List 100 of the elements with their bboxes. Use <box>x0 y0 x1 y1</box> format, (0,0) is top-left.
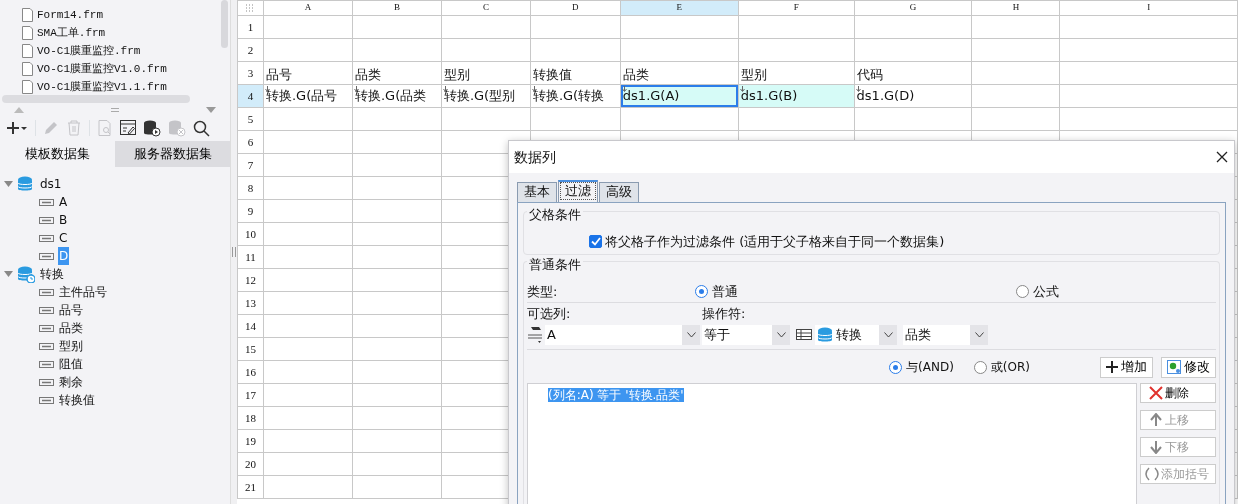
collapse-up-icon[interactable] <box>14 107 24 113</box>
field-icon <box>39 306 54 314</box>
row-header[interactable]: 12 <box>237 268 264 292</box>
field-icon <box>39 216 54 224</box>
select-all-icon[interactable] <box>245 4 256 13</box>
dropdown[interactable]: A <box>545 325 700 345</box>
expanded-arrow-icon[interactable] <box>4 180 13 188</box>
edit-window-icon[interactable] <box>120 120 136 136</box>
dialog-tab[interactable]: 过滤 <box>558 180 598 202</box>
checkbox-label: 将父格子作为过滤条件 (适用于父子格来自于同一个数据集) <box>605 232 945 251</box>
dialog-tab[interactable]: 基本 <box>517 182 557 202</box>
add-button[interactable]: 增加 <box>1100 356 1153 378</box>
radio-button[interactable] <box>695 285 708 298</box>
collapse-down-icon[interactable] <box>206 107 216 113</box>
tree-node-label[interactable]: B <box>58 211 69 229</box>
table-cell[interactable]: 品号 <box>263 61 353 85</box>
search-icon[interactable] <box>193 119 210 137</box>
column-header[interactable]: D <box>530 0 621 16</box>
row-header[interactable]: 8 <box>237 176 264 200</box>
row-header[interactable]: 17 <box>237 383 264 407</box>
column-header[interactable]: G <box>854 0 972 16</box>
tree-node-label[interactable]: ds1 <box>39 175 63 193</box>
add-icon[interactable] <box>6 121 28 135</box>
row-header[interactable]: 16 <box>237 360 264 384</box>
table-cell[interactable]: 转换.G(品号 <box>263 84 353 108</box>
tree-node-label[interactable]: C <box>58 229 69 247</box>
table-cell[interactable]: 品类 <box>352 61 442 85</box>
dropdown[interactable]: 转换 <box>815 325 897 345</box>
tree-node-label[interactable]: A <box>58 193 69 211</box>
dialog-tab[interactable]: 高级 <box>599 182 639 202</box>
row-header[interactable]: 4 <box>237 84 264 108</box>
table-cell[interactable]: ds1.G(A) <box>620 84 739 108</box>
database-icon <box>17 175 35 193</box>
column-header[interactable]: B <box>352 0 442 16</box>
expanded-arrow-icon[interactable] <box>4 270 13 278</box>
table-cell[interactable]: 型别 <box>738 61 855 85</box>
database-play-icon[interactable] <box>143 119 161 137</box>
file-name[interactable]: VO-C1膜重监控V1.1.frm <box>37 78 167 95</box>
row-header[interactable]: 21 <box>237 475 264 499</box>
row-header[interactable]: 18 <box>237 406 264 430</box>
scrollbar-thumb[interactable] <box>221 0 228 48</box>
table-cell[interactable]: ds1.G(D) <box>854 84 972 108</box>
table-cell[interactable]: 转换.G(转换 <box>530 84 621 108</box>
row-header[interactable]: 6 <box>237 130 264 154</box>
checkbox[interactable] <box>589 235 602 248</box>
tree-node-label[interactable]: 品号 <box>58 301 84 319</box>
file-name[interactable]: SMA工单.frm <box>37 24 106 42</box>
drag-handle-icon[interactable] <box>111 108 119 112</box>
radio-button[interactable] <box>1016 285 1029 298</box>
tree-node-label[interactable]: 阻值 <box>58 355 84 373</box>
column-header[interactable]: H <box>971 0 1060 16</box>
radio-button[interactable] <box>973 360 987 374</box>
column-header[interactable]: E <box>620 0 739 16</box>
row-header[interactable]: 20 <box>237 452 264 476</box>
table-cell[interactable]: 转换.G(品类 <box>352 84 442 108</box>
file-name[interactable]: Form14.frm <box>37 6 103 24</box>
row-header[interactable]: 3 <box>237 61 264 85</box>
table-cell[interactable]: 型别 <box>441 61 531 85</box>
database-icon <box>17 265 35 283</box>
tree-node-label[interactable]: 型别 <box>58 337 84 355</box>
splitter-handle-icon[interactable] <box>232 247 236 257</box>
text-type-icon[interactable] <box>527 325 545 345</box>
radio-button[interactable] <box>889 360 903 374</box>
scrollbar-thumb[interactable] <box>2 95 190 103</box>
row-header[interactable]: 15 <box>237 337 264 361</box>
table-icon[interactable] <box>796 329 812 341</box>
close-icon[interactable] <box>1216 151 1228 163</box>
row-header[interactable]: 2 <box>237 38 264 62</box>
file-name[interactable]: VO-C1膜重监控V1.0.frm <box>37 60 167 78</box>
row-header[interactable]: 1 <box>237 15 264 39</box>
tree-node-label[interactable]: 转换 <box>39 265 65 283</box>
field-icon <box>39 342 54 350</box>
dropdown[interactable]: 等于 <box>702 325 790 345</box>
table-cell[interactable]: 代码 <box>854 61 972 85</box>
tree-node-label[interactable]: 转换值 <box>58 391 96 409</box>
tree-node-label[interactable]: 剩余 <box>58 373 84 391</box>
table-cell[interactable]: 转换.G(型别 <box>441 84 531 108</box>
tree-node-label[interactable]: 品类 <box>58 319 84 337</box>
row-header[interactable]: 5 <box>237 107 264 131</box>
table-cell[interactable]: ds1.G(B) <box>738 84 855 108</box>
table-cell[interactable]: 转换值 <box>530 61 621 85</box>
list-action-button[interactable]: 删除 <box>1140 383 1216 403</box>
column-header[interactable]: C <box>441 0 531 16</box>
file-name[interactable]: VO-C1膜重监控.frm <box>37 42 141 60</box>
row-header[interactable]: 14 <box>237 314 264 338</box>
dataset-tab[interactable]: 服务器数据集 <box>115 141 230 167</box>
column-header[interactable]: I <box>1059 0 1238 16</box>
row-header[interactable]: 19 <box>237 429 264 453</box>
table-cell[interactable]: 品类 <box>620 61 739 85</box>
field-icon <box>39 378 54 386</box>
tree-node-label[interactable]: 主件品号 <box>58 283 108 301</box>
column-header[interactable]: A <box>263 0 353 16</box>
row-header[interactable]: 13 <box>237 291 264 315</box>
row-header[interactable]: 11 <box>237 245 264 269</box>
column-header[interactable]: F <box>738 0 855 16</box>
row-header[interactable]: 7 <box>237 153 264 177</box>
modify-button[interactable]: 修改 <box>1161 356 1216 378</box>
dropdown[interactable]: 品类 <box>903 325 988 345</box>
row-header[interactable]: 9 <box>237 199 264 223</box>
row-header[interactable]: 10 <box>237 222 264 246</box>
